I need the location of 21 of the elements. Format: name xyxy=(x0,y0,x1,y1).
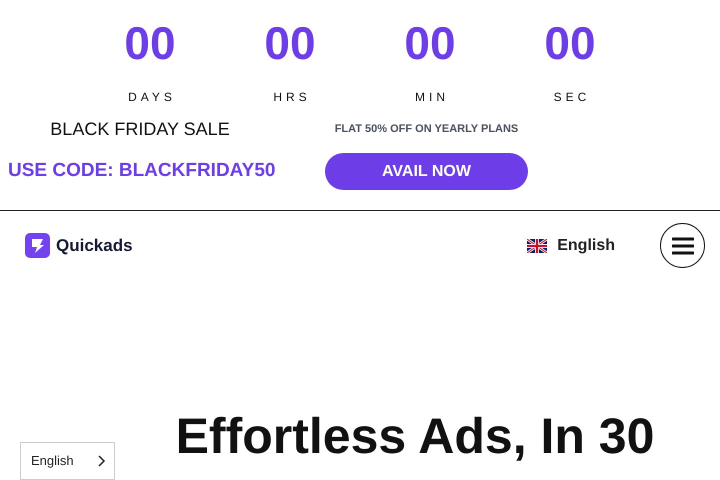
countdown-number: 00 xyxy=(404,20,456,66)
avail-now-button[interactable]: AVAIL NOW xyxy=(325,153,528,190)
sale-title: BLACK FRIDAY SALE xyxy=(49,118,231,141)
countdown-unit: MIN xyxy=(414,89,449,106)
countdown-number: 00 xyxy=(264,20,316,66)
countdown-unit: SEC xyxy=(552,89,590,106)
offer-text: FLAT 50% OFF ON YEARLY PLANS xyxy=(334,122,520,138)
menu-button[interactable] xyxy=(660,223,705,268)
uk-flag-icon xyxy=(527,238,548,252)
language-switcher[interactable]: English xyxy=(20,442,115,480)
promo-code: USE CODE: BLACKFRIDAY50 xyxy=(8,159,276,184)
countdown-number: 00 xyxy=(124,20,176,66)
countdown-unit: HRS xyxy=(272,89,311,106)
chevron-icon xyxy=(98,455,106,467)
countdown-number: 00 xyxy=(544,20,596,66)
countdown-unit: DAYS xyxy=(127,89,176,106)
menu-icon xyxy=(672,236,694,254)
hero-heading: Effortless Ads, In 30 xyxy=(176,408,654,466)
logo-icon xyxy=(25,233,50,258)
language-link[interactable]: English xyxy=(557,234,615,258)
logo-text: Quickads xyxy=(56,234,133,257)
